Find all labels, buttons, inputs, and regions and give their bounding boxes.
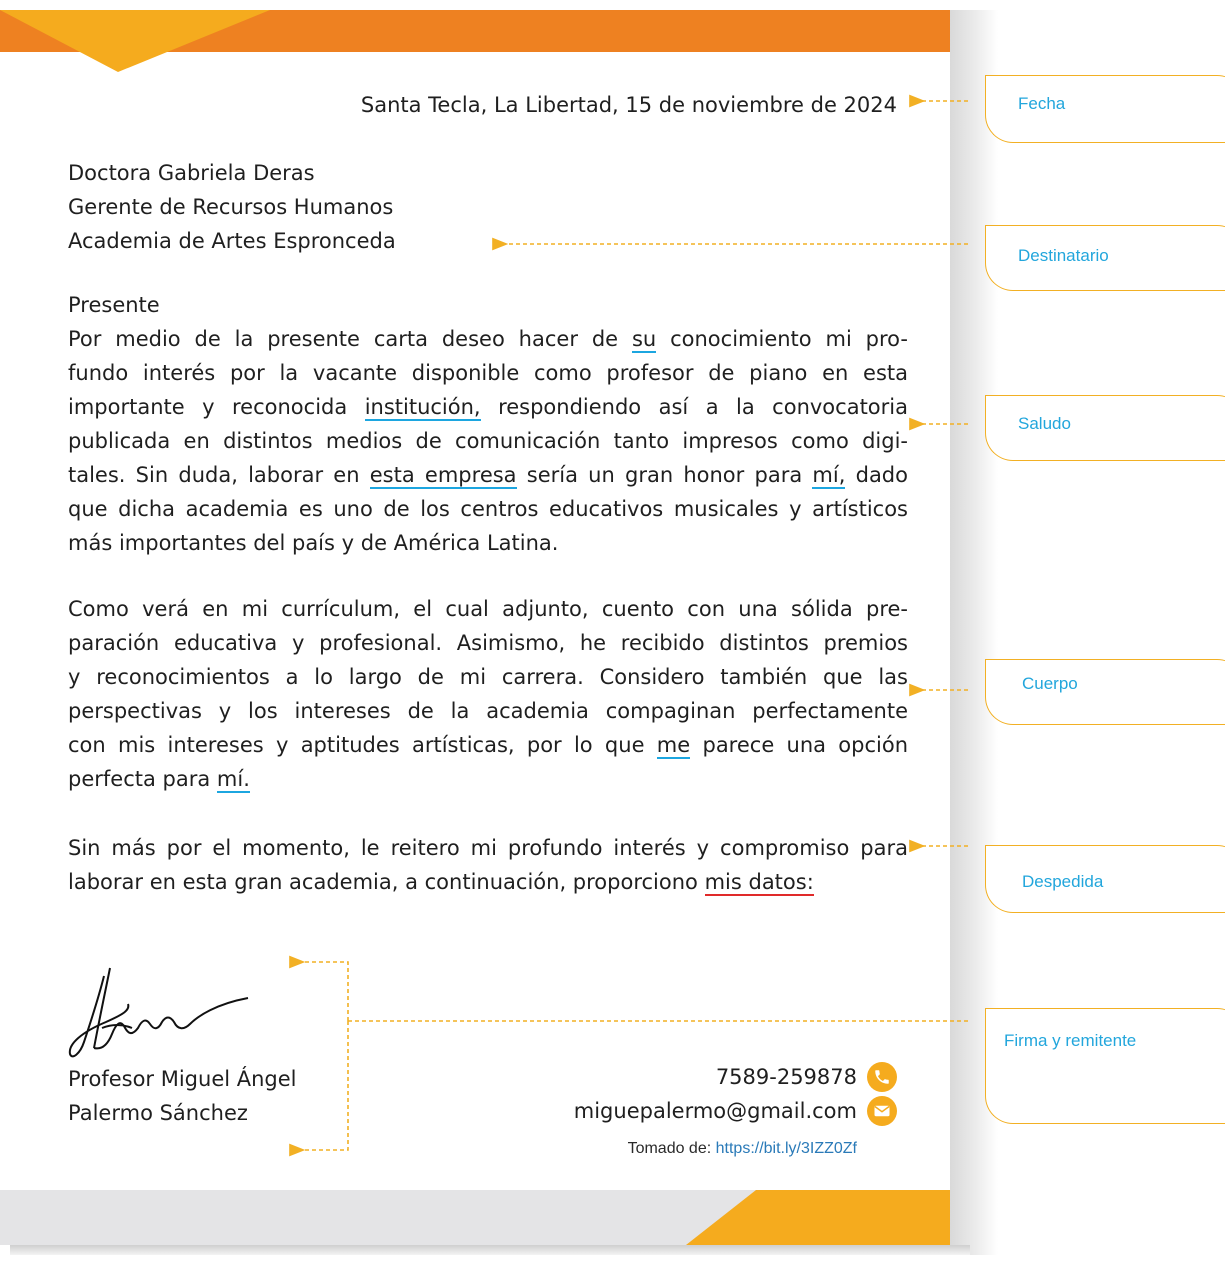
paragraph-line: laborar en esta gran academia, a continu… xyxy=(68,870,814,896)
email-address: miguepalermo@gmail.com xyxy=(573,1099,857,1123)
recipient-block: Doctora Gabriela Deras Gerente de Recurs… xyxy=(68,156,396,258)
recipient-position: Gerente de Recursos Humanos xyxy=(68,195,394,219)
greeting: Presente xyxy=(68,293,160,317)
label-cuerpo: Cuerpo xyxy=(985,659,1225,725)
label-firma-text: Firma y remitente xyxy=(1004,1031,1137,1050)
underlined-word: esta empresa xyxy=(369,463,517,489)
handwritten-signature xyxy=(68,967,249,1058)
label-firma-remitente: Firma y remitente xyxy=(985,1008,1225,1124)
email-row: miguepalermo@gmail.com xyxy=(574,1094,897,1128)
underlined-word: su xyxy=(631,327,657,353)
recipient-organization: Academia de Artes Espronceda xyxy=(68,229,396,253)
paragraph-line: Como verá en mi currículum, el cual adju… xyxy=(68,597,908,621)
source-link[interactable]: https://bit.ly/3IZZ0Zf xyxy=(716,1140,857,1157)
label-saludo: Saludo xyxy=(985,395,1225,461)
paragraph-line: y reconocimientos a lo largo de mi carre… xyxy=(68,665,908,689)
sender-name-line: Profesor Miguel Ángel xyxy=(68,1067,297,1091)
sender-name: Profesor Miguel Ángel Palermo Sánchez xyxy=(68,1062,297,1130)
paragraph-line: paración educativa y profesional. Asimis… xyxy=(68,631,908,655)
underlined-word: me xyxy=(656,733,691,759)
label-despedida: Despedida xyxy=(985,845,1225,913)
paragraph-line: fundo interés por la vacante disponible … xyxy=(68,361,908,385)
paragraph-line: perspectivas y los intereses de la acade… xyxy=(68,699,908,723)
paragraph-line: con mis intereses y aptitudes artísticas… xyxy=(68,733,909,759)
envelope-icon xyxy=(867,1096,897,1126)
source-credit: Tomado de: https://bit.ly/3IZZ0Zf xyxy=(628,1140,857,1158)
sender-name-line: Palermo Sánchez xyxy=(68,1101,248,1125)
contact-block: 7589-259878 miguepalermo@gmail.com xyxy=(574,1060,897,1128)
paragraph-line: importante y reconocida institución, res… xyxy=(68,395,908,421)
letter-date: Santa Tecla, La Libertad, 15 de noviembr… xyxy=(360,93,897,117)
label-fecha: Fecha xyxy=(985,75,1225,143)
paragraph-line: Sin más por el momento, le reitero mi pr… xyxy=(68,836,908,860)
label-fecha-text: Fecha xyxy=(1018,94,1066,113)
label-destinatario: Destinatario xyxy=(985,225,1225,291)
paragraph-line: Por medio de la presente carta deseo hac… xyxy=(68,327,908,353)
label-cuerpo-text: Cuerpo xyxy=(1022,674,1078,693)
paragraph-line: que dicha academia es uno de los centros… xyxy=(68,497,908,521)
underlined-word: mis datos: xyxy=(704,870,814,896)
phone-number: 7589-259878 xyxy=(715,1065,857,1089)
body-paragraph-1: Por medio de la presente carta deseo hac… xyxy=(68,322,908,560)
underlined-word: mí, xyxy=(812,463,846,489)
header-accent-triangle xyxy=(0,10,270,72)
paragraph-line: publicada en distintos medios de comunic… xyxy=(68,429,908,453)
phone-icon xyxy=(867,1062,897,1092)
label-saludo-text: Saludo xyxy=(1018,414,1071,433)
paragraph-line: tales. Sin duda, laborar en esta empresa… xyxy=(68,463,908,489)
phone-row: 7589-259878 xyxy=(574,1060,897,1094)
page-bottom-shadow xyxy=(10,1245,970,1255)
closing-paragraph: Sin más por el momento, le reitero mi pr… xyxy=(68,831,908,899)
source-label: Tomado de: xyxy=(627,1140,712,1157)
label-despedida-text: Despedida xyxy=(1022,872,1104,891)
body-paragraph-2: Como verá en mi currículum, el cual adju… xyxy=(68,592,908,796)
footer-accent-triangle xyxy=(686,1190,950,1245)
paragraph-line: más importantes del país y de América La… xyxy=(68,531,559,555)
paragraph-line: perfecta para mí. xyxy=(68,767,250,793)
underlined-word: mí. xyxy=(216,767,250,793)
recipient-name: Doctora Gabriela Deras xyxy=(68,161,315,185)
underlined-word: institución, xyxy=(364,395,481,421)
label-destinatario-text: Destinatario xyxy=(1018,246,1109,265)
